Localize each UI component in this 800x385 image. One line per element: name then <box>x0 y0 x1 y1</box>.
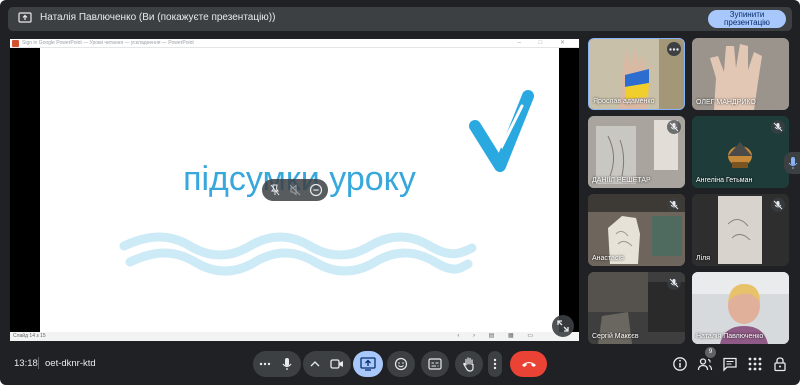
emoji-icon <box>394 357 408 371</box>
participant-tile[interactable]: ОЛЕГ МАНДРИКО <box>692 38 789 110</box>
muted-indicator <box>771 198 785 212</box>
mic-off-icon <box>669 200 679 210</box>
muted-indicator <box>667 120 681 134</box>
captions-icon <box>428 358 442 370</box>
muted-indicator <box>667 276 681 290</box>
participant-name: Наталія Павлюченко <box>696 333 764 340</box>
participant-name: Ліля <box>696 255 711 262</box>
present-now-button[interactable] <box>353 351 383 377</box>
muted-indicator <box>771 120 785 134</box>
mic-off-icon <box>773 122 783 132</box>
window-controls: – □ ✕ <box>517 40 573 46</box>
present-icon <box>360 357 376 371</box>
tile-more-options-button[interactable] <box>667 42 681 56</box>
captions-button[interactable] <box>421 351 449 377</box>
participant-tile[interactable]: Анастасія <box>588 194 685 266</box>
mic-icon <box>788 157 798 169</box>
present-screen-icon <box>18 12 32 23</box>
leave-call-button[interactable] <box>510 351 547 377</box>
participant-name: Ангеліна Гетьман <box>696 177 753 184</box>
participant-tile[interactable]: Сергій Макєєв <box>588 272 685 344</box>
participant-name: ОЛЕГ МАНДРИКО <box>696 99 756 106</box>
participant-tile[interactable]: Ярослав адаменко <box>588 38 685 110</box>
people-count-badge: 9 <box>705 347 716 358</box>
presentation-titlebar: Sign in Google PowerPoint — Уроки читанн… <box>10 39 579 48</box>
chevron-up-icon[interactable] <box>310 360 320 368</box>
muted-indicator <box>667 198 681 212</box>
more-vertical-icon <box>493 358 497 370</box>
lock-icon[interactable] <box>772 356 788 372</box>
view-controls[interactable]: ‹ › ▤ ▦ ▭ <box>457 332 539 339</box>
hand-icon <box>463 357 474 372</box>
mic-off-icon <box>669 122 679 132</box>
meet-window: Наталія Павлюченко (Ви (покажуєте презен… <box>0 0 800 385</box>
mute-tile-icon[interactable] <box>288 183 302 197</box>
participant-name: ДАНІІЛ РЕШЕТАР <box>592 177 651 184</box>
mic-off-icon <box>773 200 783 210</box>
presenter-tile-controls <box>262 179 328 201</box>
people-icon[interactable] <box>697 356 713 372</box>
reactions-button[interactable] <box>387 351 415 377</box>
participant-tile[interactable]: Ліля <box>692 194 789 266</box>
remove-tile-icon[interactable] <box>309 183 323 197</box>
powerpoint-icon <box>12 40 19 47</box>
more-horizontal-icon[interactable] <box>259 360 271 368</box>
mic-control-group <box>253 351 301 377</box>
presentation-statusbar: Слайд 14 з 15 ‹ › ▤ ▦ ▭ <box>10 332 579 341</box>
divider <box>38 357 39 369</box>
participant-name: Ярослав адаменко <box>593 98 655 105</box>
participant-tile[interactable]: Ангеліна Гетьман <box>692 116 789 188</box>
chat-icon[interactable] <box>722 356 738 372</box>
end-call-icon <box>522 362 536 367</box>
speaking-indicator <box>784 152 800 174</box>
info-icon[interactable] <box>672 356 688 372</box>
slide-number: Слайд 14 з 15 <box>13 333 46 339</box>
camera-icon[interactable] <box>330 358 344 370</box>
checkmark-graphic <box>469 90 534 172</box>
presentation-window-title: Sign in Google PowerPoint — Уроки читанн… <box>22 40 194 46</box>
participant-name: Анастасія <box>592 255 624 262</box>
participant-tile[interactable]: Наталія Павлюченко <box>692 272 789 344</box>
presenting-status-text: Наталія Павлюченко (Ви (покажуєте презен… <box>40 12 276 23</box>
fullscreen-button[interactable] <box>552 315 574 337</box>
stop-presenting-button[interactable]: Зупинити презентацію <box>708 10 786 28</box>
participant-name: Сергій Макєєв <box>592 333 639 340</box>
expand-icon <box>557 320 569 332</box>
participant-tile[interactable]: ДАНІІЛ РЕШЕТАР <box>588 116 685 188</box>
raise-hand-button[interactable] <box>455 351 483 377</box>
apps-icon[interactable] <box>747 356 763 372</box>
mic-off-icon <box>669 278 679 288</box>
mic-icon[interactable] <box>281 357 293 371</box>
pin-off-icon[interactable] <box>268 183 282 197</box>
presenting-banner: Наталія Павлюченко (Ви (покажуєте презен… <box>8 7 792 31</box>
camera-control-group <box>303 351 351 377</box>
meeting-code: oet-dknr-ktd <box>45 358 96 369</box>
more-horizontal-icon <box>669 48 679 51</box>
meeting-time: 13:18 <box>14 358 38 369</box>
more-options-button[interactable] <box>488 351 502 377</box>
